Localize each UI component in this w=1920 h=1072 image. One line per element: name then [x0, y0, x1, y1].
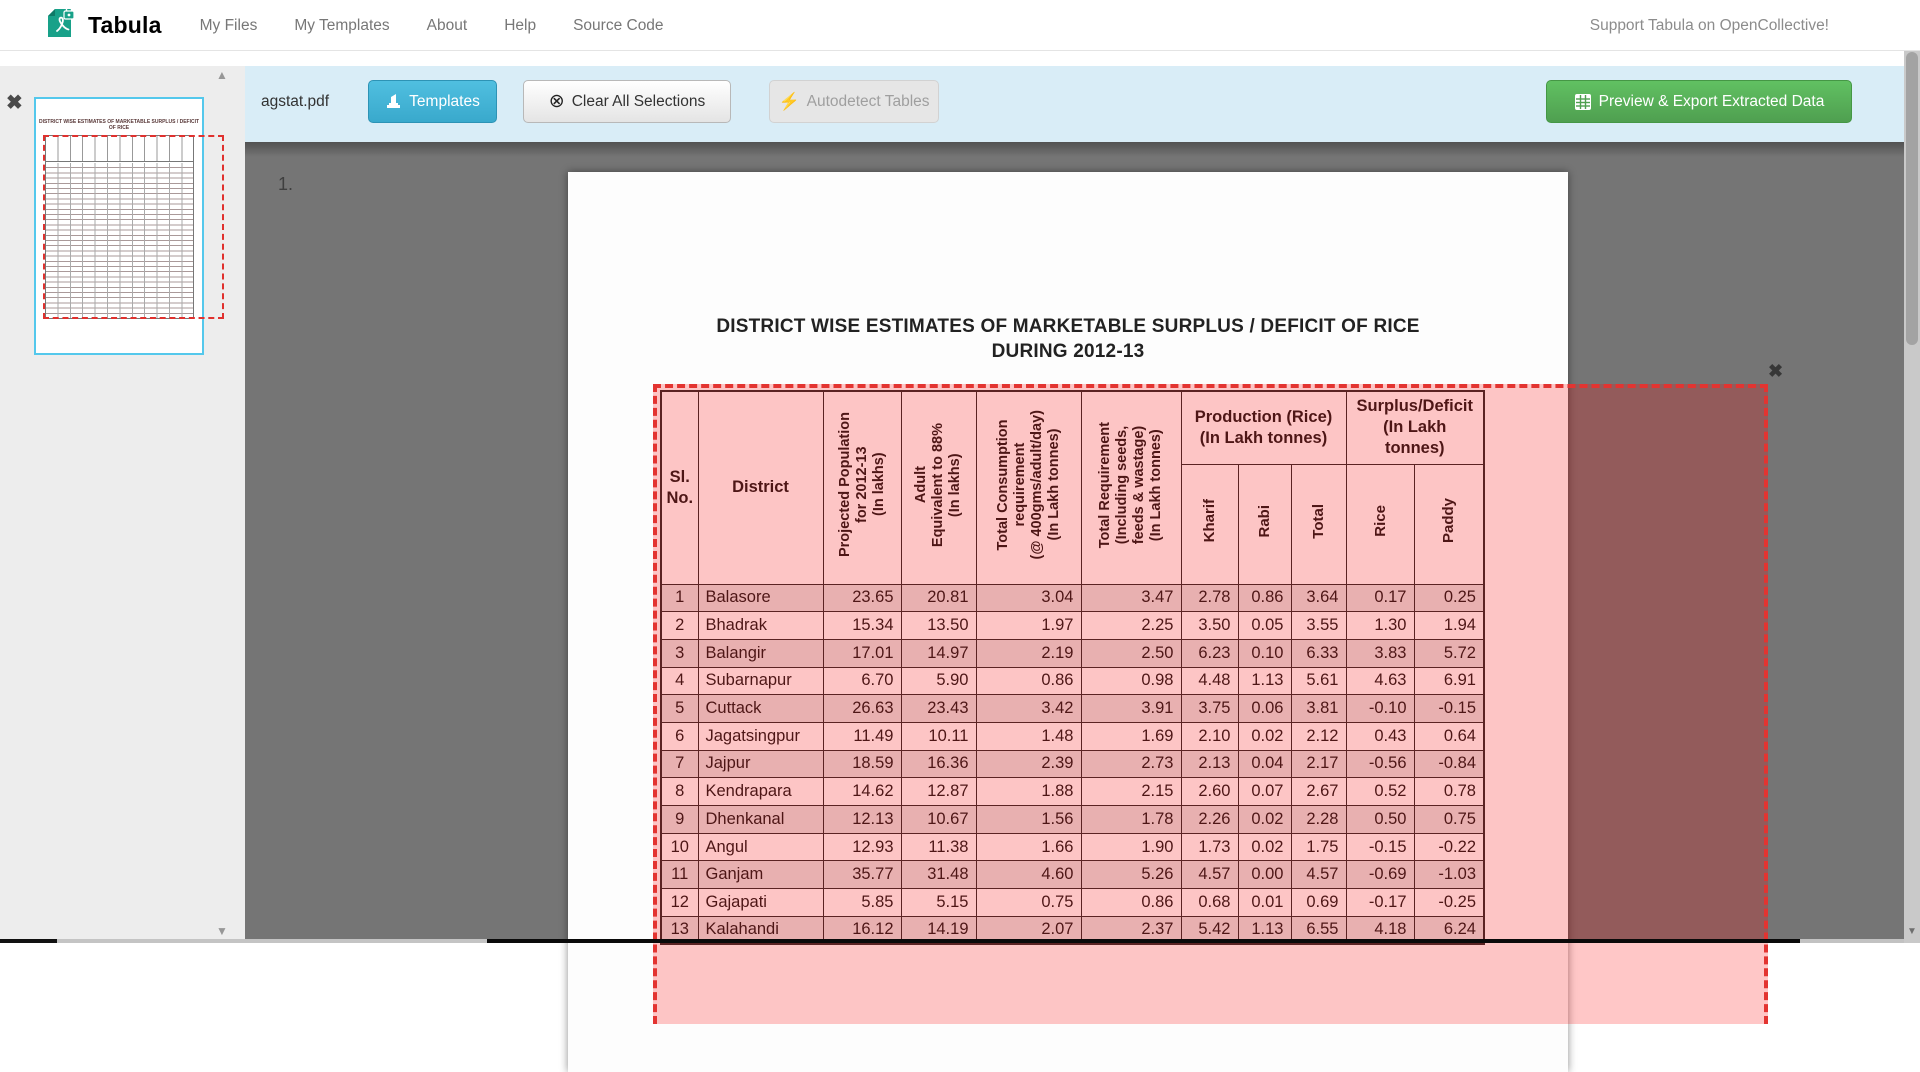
nav-item-my-templates[interactable]: My Templates [294, 17, 389, 35]
autodetect-tables-button: ⚡ Autodetect Tables [769, 80, 939, 123]
tabula-logo-icon [47, 8, 77, 44]
nav-item-help[interactable]: Help [504, 17, 536, 35]
nav-item-source-code[interactable]: Source Code [573, 17, 663, 35]
export-table-icon [1574, 93, 1592, 111]
nav-item-my-files[interactable]: My Files [200, 17, 258, 35]
thumbnail-close-icon[interactable]: ✖ [6, 90, 23, 115]
support-link[interactable]: Support Tabula on OpenCollective! [1590, 0, 1829, 51]
window-edge [0, 939, 57, 943]
clear-selections-label: Clear All Selections [572, 93, 706, 111]
preview-export-label: Preview & Export Extracted Data [1599, 93, 1825, 111]
clear-selections-button[interactable]: ⊗ Clear All Selections [523, 80, 731, 123]
table-selection-rectangle[interactable] [653, 384, 1768, 1024]
thumbnail-mini-title: DISTRICT WISE ESTIMATES OF MARKETABLE SU… [36, 119, 202, 131]
sidebar-scroll-up-icon[interactable]: ▲ [216, 68, 228, 82]
nav-item-about[interactable]: About [427, 17, 468, 35]
scrollbar-down-icon[interactable]: ▼ [1904, 926, 1920, 937]
window-edge [57, 939, 487, 943]
templates-icon [385, 93, 402, 110]
nav-links: My Files My Templates About Help Source … [200, 17, 664, 35]
selection-close-icon[interactable]: ✖ [1768, 361, 1783, 382]
window-edge [487, 939, 1800, 943]
navbar: Tabula My Files My Templates About Help … [0, 0, 1920, 51]
templates-button-label: Templates [409, 93, 480, 111]
lightning-bolt-icon: ⚡ [778, 93, 799, 110]
sidebar-scroll-down-icon[interactable]: ▼ [216, 924, 228, 938]
circle-x-icon: ⊗ [549, 92, 565, 111]
preview-export-button[interactable]: Preview & Export Extracted Data [1546, 80, 1852, 123]
thumbnail-selection-rectangle[interactable] [43, 135, 224, 319]
document-title-line1: DISTRICT WISE ESTIMATES OF MARKETABLE SU… [568, 316, 1568, 338]
vertical-scrollbar-thumb[interactable] [1906, 52, 1918, 345]
document-title-line2: DURING 2012-13 [568, 341, 1568, 363]
window-edge [1800, 939, 1904, 943]
brand-title: Tabula [88, 12, 162, 39]
filename-label: agstat.pdf [261, 80, 329, 123]
autodetect-tables-label: Autodetect Tables [807, 93, 930, 111]
brand[interactable]: Tabula [47, 8, 162, 44]
templates-button[interactable]: Templates [368, 80, 497, 123]
page-marker: 1. [278, 174, 293, 195]
